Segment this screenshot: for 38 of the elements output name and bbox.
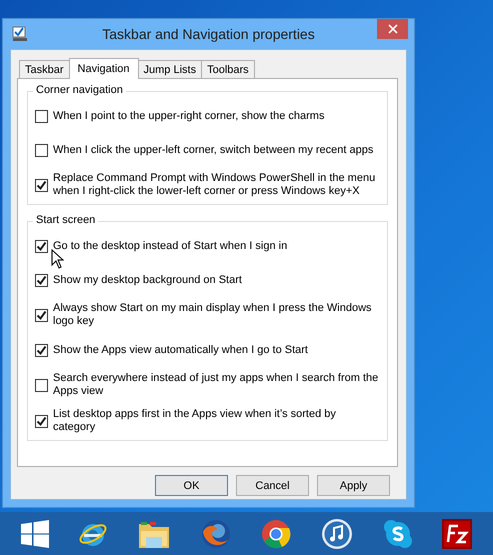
checkbox-label[interactable]: When I point to the upper-right corner, show the charms [53, 110, 324, 122]
mouse-cursor-icon [51, 249, 64, 269]
app-tile-icon[interactable] [442, 518, 472, 548]
group-title: Start screen [33, 214, 98, 226]
checkbox-label[interactable]: When I click the upper-left corner, switch between my recent apps [53, 144, 374, 156]
checkbox-label[interactable]: Show my desktop background on Start [53, 274, 242, 286]
checkbox-label[interactable]: Search everywhere instead of just my apps when I search from the Apps view [53, 372, 381, 398]
checkbox-label[interactable]: List desktop apps first in the Apps view when it’s sorted by category [53, 408, 381, 434]
checkbox[interactable] [35, 308, 48, 322]
tab[interactable]: Taskbar [19, 60, 70, 78]
checkbox[interactable] [35, 274, 48, 286]
checkbox[interactable] [35, 344, 48, 356]
checkbox-label[interactable]: Show the Apps view automatically when I go to Start [53, 344, 308, 356]
tab[interactable]: Jump Lists [138, 60, 202, 78]
dialog-button[interactable]: OK [155, 475, 228, 496]
dialog-button[interactable]: Apply [317, 475, 390, 496]
tab[interactable]: Navigation [68, 58, 139, 79]
checkbox[interactable] [35, 240, 48, 252]
checkbox[interactable] [35, 378, 48, 392]
window-title: Taskbar and Navigation properties [101, 26, 316, 42]
checkbox[interactable] [35, 144, 48, 156]
checkbox-window-icon [12, 26, 28, 42]
chat-bubble-icon[interactable] [382, 518, 413, 548]
close-icon [388, 24, 398, 34]
checkbox-label[interactable]: Always show Start on my main display when I press the Windows logo key [53, 302, 381, 328]
windows-logo-icon[interactable] [20, 520, 49, 548]
group-title: Corner navigation [33, 84, 126, 96]
checkbox[interactable] [35, 110, 48, 122]
tab[interactable]: Toolbars [201, 60, 255, 78]
checkbox-label[interactable]: Go to the desktop instead of Start when I sign in [53, 240, 288, 252]
music-note-icon[interactable] [320, 518, 353, 550]
checkbox-label[interactable]: Replace Command Prompt with Windows PowerShell in the menu when I right-click the lower-left corner or press Windows key+X [53, 172, 381, 198]
close-button[interactable] [377, 19, 408, 39]
checkbox[interactable] [35, 414, 48, 428]
fox-globe-icon[interactable] [200, 518, 232, 550]
dialog-button[interactable]: Cancel [236, 475, 309, 496]
round-browser-icon[interactable] [261, 518, 292, 548]
checkbox[interactable] [35, 178, 48, 192]
